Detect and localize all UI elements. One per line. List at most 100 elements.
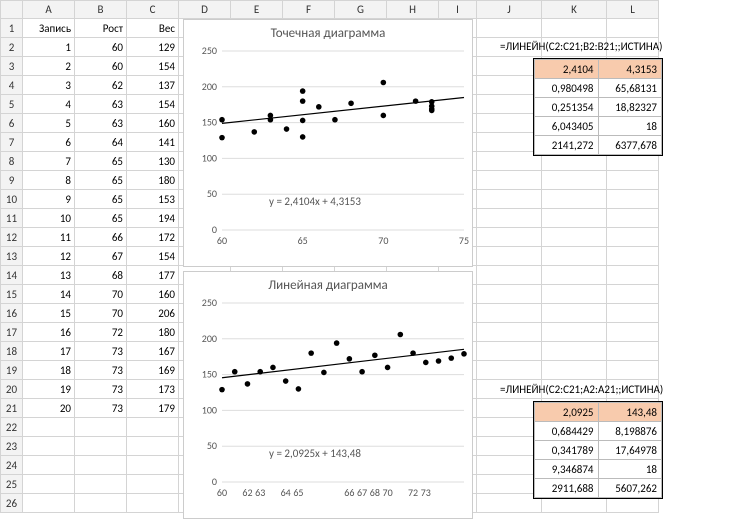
column-header[interactable]: K — [542, 1, 607, 19]
cell[interactable]: 16 — [23, 323, 75, 342]
cell[interactable]: 153 — [127, 190, 179, 209]
cell[interactable] — [75, 437, 127, 456]
cell[interactable] — [477, 228, 542, 247]
cell[interactable]: 65 — [75, 190, 127, 209]
column-header[interactable] — [1, 1, 23, 19]
formula-cell-2[interactable]: =ЛИНЕЙН(C2:C21;A2:A21;;ИСТИНА) — [500, 383, 663, 396]
cell[interactable]: 130 — [127, 152, 179, 171]
cell[interactable]: 13 — [23, 266, 75, 285]
cell[interactable]: 5 — [23, 114, 75, 133]
row-header[interactable]: 10 — [1, 190, 23, 209]
cell[interactable] — [607, 266, 659, 285]
cell[interactable]: 65 — [75, 209, 127, 228]
cell[interactable] — [23, 456, 75, 475]
row-header[interactable]: 23 — [1, 437, 23, 456]
cell[interactable] — [75, 494, 127, 513]
cell[interactable] — [542, 247, 607, 266]
cell[interactable] — [127, 494, 179, 513]
cell[interactable] — [477, 133, 542, 152]
column-header[interactable]: D — [179, 1, 231, 19]
cell[interactable]: 8 — [23, 171, 75, 190]
column-header[interactable]: C — [127, 1, 179, 19]
cell[interactable]: 3 — [23, 76, 75, 95]
cell[interactable] — [607, 247, 659, 266]
cell[interactable] — [607, 19, 659, 38]
row-header[interactable]: 3 — [1, 57, 23, 76]
cell[interactable] — [607, 285, 659, 304]
cell[interactable] — [477, 266, 542, 285]
cell[interactable] — [23, 437, 75, 456]
cell[interactable]: 73 — [75, 361, 127, 380]
cell[interactable] — [607, 304, 659, 323]
cell[interactable]: 17 — [23, 342, 75, 361]
cell[interactable] — [477, 323, 542, 342]
cell[interactable] — [477, 114, 542, 133]
column-header[interactable]: L — [607, 1, 659, 19]
cell[interactable]: 6 — [23, 133, 75, 152]
cell[interactable] — [477, 57, 542, 76]
linest-result-1[interactable]: 2,41044,31530,98049865,681310,25135418,8… — [533, 58, 663, 156]
column-header[interactable]: G — [335, 1, 387, 19]
row-header[interactable]: 2 — [1, 38, 23, 57]
row-header[interactable]: 4 — [1, 76, 23, 95]
cell[interactable]: 18 — [23, 361, 75, 380]
cell[interactable]: 72 — [75, 323, 127, 342]
cell[interactable] — [477, 304, 542, 323]
cell[interactable] — [607, 190, 659, 209]
cell[interactable]: 172 — [127, 228, 179, 247]
cell[interactable]: 9 — [23, 190, 75, 209]
cell[interactable]: 160 — [127, 114, 179, 133]
cell[interactable]: 15 — [23, 304, 75, 323]
cell[interactable]: 154 — [127, 247, 179, 266]
cell[interactable] — [477, 152, 542, 171]
cell[interactable] — [542, 304, 607, 323]
cell[interactable]: 68 — [75, 266, 127, 285]
row-header[interactable]: 16 — [1, 304, 23, 323]
cell[interactable] — [477, 361, 542, 380]
row-header[interactable]: 1 — [1, 19, 23, 38]
row-header[interactable]: 24 — [1, 456, 23, 475]
cell[interactable] — [75, 418, 127, 437]
cell[interactable]: 167 — [127, 342, 179, 361]
cell[interactable]: 63 — [75, 95, 127, 114]
cell[interactable] — [477, 190, 542, 209]
cell[interactable]: 7 — [23, 152, 75, 171]
cell[interactable]: 177 — [127, 266, 179, 285]
cell[interactable] — [477, 399, 542, 418]
cell[interactable] — [477, 437, 542, 456]
cell[interactable]: 65 — [75, 152, 127, 171]
cell[interactable]: Вес — [127, 19, 179, 38]
cell[interactable] — [23, 475, 75, 494]
cell[interactable]: 65 — [75, 171, 127, 190]
cell[interactable]: 70 — [75, 285, 127, 304]
cell[interactable] — [477, 247, 542, 266]
column-header[interactable]: B — [75, 1, 127, 19]
row-header[interactable]: 19 — [1, 361, 23, 380]
cell[interactable]: 12 — [23, 247, 75, 266]
row-header[interactable]: 26 — [1, 494, 23, 513]
cell[interactable]: 73 — [75, 342, 127, 361]
cell[interactable]: 154 — [127, 57, 179, 76]
cell[interactable] — [542, 228, 607, 247]
cell[interactable]: 4 — [23, 95, 75, 114]
cell[interactable]: 11 — [23, 228, 75, 247]
formula-cell-1[interactable]: =ЛИНЕЙН(C2:C21;B2:B21;;ИСТИНА) — [500, 40, 663, 53]
cell[interactable] — [477, 456, 542, 475]
row-header[interactable]: 9 — [1, 171, 23, 190]
row-header[interactable]: 15 — [1, 285, 23, 304]
cell[interactable] — [477, 171, 542, 190]
cell[interactable] — [23, 418, 75, 437]
cell[interactable]: 14 — [23, 285, 75, 304]
cell[interactable] — [75, 456, 127, 475]
cell[interactable] — [542, 285, 607, 304]
column-header[interactable]: J — [477, 1, 542, 19]
cell[interactable] — [477, 95, 542, 114]
cell[interactable]: 60 — [75, 38, 127, 57]
cell[interactable]: 19 — [23, 380, 75, 399]
cell[interactable]: 160 — [127, 285, 179, 304]
cell[interactable]: Рост — [75, 19, 127, 38]
row-header[interactable]: 8 — [1, 152, 23, 171]
cell[interactable]: 1 — [23, 38, 75, 57]
column-header[interactable]: F — [283, 1, 335, 19]
cell[interactable]: 169 — [127, 361, 179, 380]
